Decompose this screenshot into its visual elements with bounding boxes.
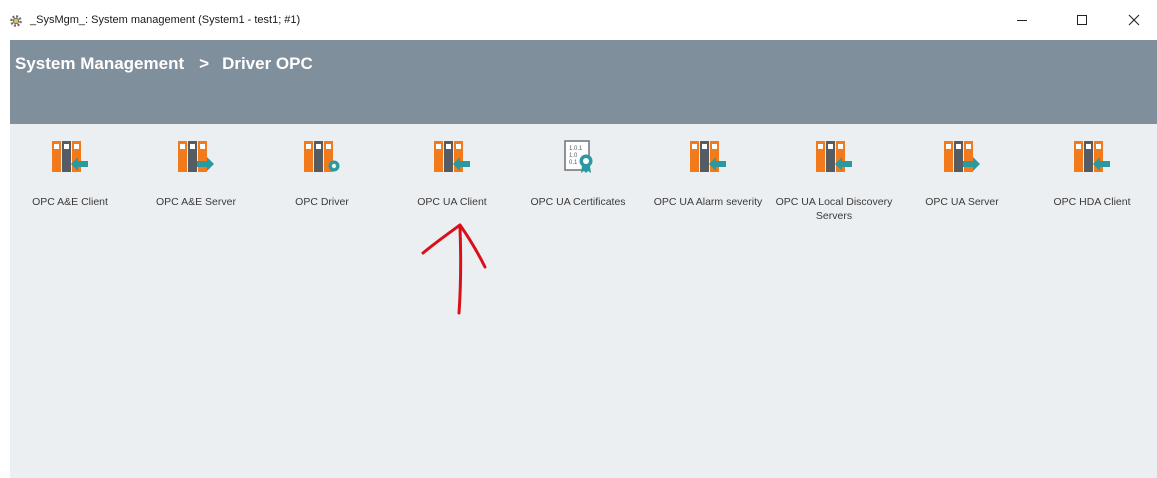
tile-opc-driver[interactable]: OPC Driver — [262, 136, 382, 226]
tile-label: OPC Driver — [295, 196, 349, 208]
gear-icon — [10, 15, 22, 27]
window-title: _SysMgm_: System management (System1 - t… — [30, 14, 301, 26]
content-area: System Management > Driver OPC OPC A&E Cli… — [10, 40, 1157, 478]
opc-server-icon — [178, 141, 214, 172]
opc-client-icon — [434, 141, 470, 172]
tile-label: OPC A&E Client — [32, 196, 108, 208]
minimize-button[interactable] — [1000, 6, 1044, 34]
tile-opc-ae-server[interactable]: OPC A&E Server — [136, 136, 256, 226]
tile-label: OPC UA Alarm severity — [653, 196, 763, 208]
close-icon — [1128, 14, 1140, 26]
tile-opc-hda-client[interactable]: OPC HDA Client — [1032, 136, 1152, 226]
opc-driver-icon — [304, 141, 340, 172]
svg-text:1.0.1: 1.0.1 — [569, 146, 583, 152]
tile-label: OPC HDA Client — [1053, 196, 1131, 208]
tile-opc-ua-server[interactable]: OPC UA Server — [902, 136, 1022, 226]
tile-label: OPC UA Certificates — [530, 196, 626, 208]
tile-opc-ae-client[interactable]: OPC A&E Client — [10, 136, 130, 226]
minimize-icon — [1017, 20, 1027, 21]
opc-client-icon — [690, 141, 726, 172]
tile-opc-ua-certificates[interactable]: 1.0.1 1.0 0.1 OPC UA Certificates — [518, 136, 638, 226]
annotation-arrow-icon — [421, 223, 487, 315]
breadcrumb-root[interactable]: System Management — [15, 54, 184, 74]
tile-opc-ua-alarm-severity[interactable]: OPC UA Alarm severity — [648, 136, 768, 226]
breadcrumb-separator: > — [199, 54, 210, 73]
opc-client-icon — [1074, 141, 1110, 172]
breadcrumb-current: Driver OPC — [222, 54, 313, 73]
maximize-button[interactable] — [1060, 6, 1104, 34]
tile-label: OPC UA Local Discovery Servers — [775, 196, 893, 222]
close-button[interactable] — [1112, 6, 1156, 34]
tile-label: OPC UA Server — [925, 196, 999, 208]
tile-label: OPC A&E Server — [156, 196, 236, 208]
title-bar: _SysMgm_: System management (System1 - t… — [0, 0, 1157, 40]
breadcrumb: System Management > Driver OPC — [15, 54, 313, 74]
svg-text:1.0: 1.0 — [569, 153, 578, 159]
certificate-icon: 1.0.1 1.0 0.1 — [564, 140, 593, 173]
tile-opc-ua-local-discovery-servers[interactable]: OPC UA Local Discovery Servers — [774, 136, 894, 226]
maximize-icon — [1077, 15, 1087, 25]
opc-client-icon — [816, 141, 852, 172]
header-banner: System Management > Driver OPC — [10, 40, 1157, 124]
opc-server-icon — [944, 141, 980, 172]
svg-text:0.1: 0.1 — [569, 160, 578, 166]
opc-client-icon — [52, 141, 88, 172]
